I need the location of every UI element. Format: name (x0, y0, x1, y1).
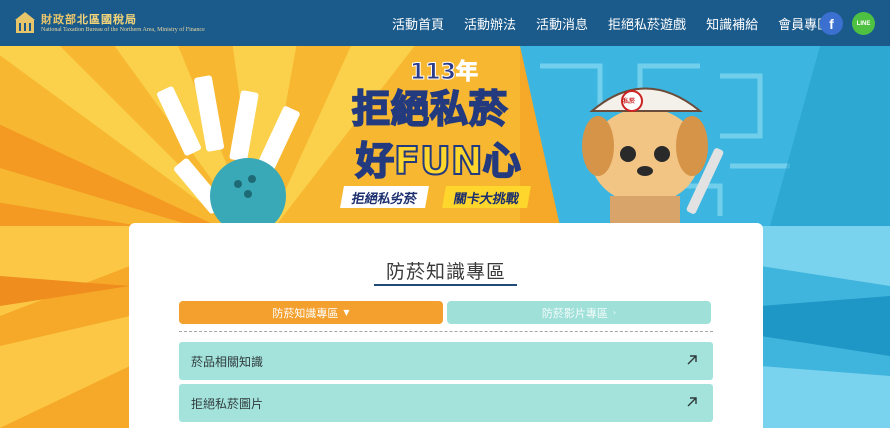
banner-title-line1: 拒絕私菸 (351, 86, 509, 132)
chevron-right-icon: › (612, 308, 617, 317)
bureau-logo[interactable]: 財政部北區國稅局 National Taxation Bureau of the… (14, 11, 205, 35)
facebook-icon[interactable]: f (820, 12, 843, 35)
divider (179, 331, 713, 332)
list-item-anti-smuggling-images[interactable]: 拒絕私菸圖片 (179, 384, 713, 422)
nav-home[interactable]: 活動首頁 (392, 14, 444, 33)
page-title: 防菸知識專區 (385, 261, 506, 283)
logo-title: 財政部北區國稅局 (41, 12, 137, 26)
nav-knowledge[interactable]: 知識補給 (706, 14, 758, 33)
nav-news[interactable]: 活動消息 (536, 14, 588, 33)
caret-down-icon: ▼ (343, 308, 350, 317)
hero-banner: 113年 拒絕私菸 好FUN心 拒絕私劣菸 關卡大挑戰 私菸 (0, 46, 890, 226)
site-header: 財政部北區國稅局 National Taxation Bureau of the… (0, 0, 890, 46)
mascot-badge: 私菸 (623, 98, 636, 105)
title-underline (374, 284, 517, 286)
main-nav: 活動首頁 活動辦法 活動消息 拒絕私菸遊戲 知識補給 會員專區 (392, 0, 850, 46)
list-item-tobacco-knowledge[interactable]: 菸品相關知識 (179, 342, 713, 380)
banner-title-line2: 好FUN心 (355, 138, 522, 184)
nav-game[interactable]: 拒絕私菸遊戲 (608, 14, 686, 33)
line-icon[interactable]: LINE (852, 12, 875, 35)
external-arrow-icon (687, 355, 697, 365)
content-card: 防菸知識專區 防菸知識專區 ▼ 防菸影片專區 › 菸品相關知識 拒絕私菸圖片 (129, 223, 763, 428)
tab-videos[interactable]: 防菸影片專區 › (447, 301, 711, 324)
tab-knowledge[interactable]: 防菸知識專區 ▼ (179, 301, 443, 324)
nav-rules[interactable]: 活動辦法 (464, 14, 516, 33)
banner-tag-1: 拒絕私劣菸 (340, 186, 429, 208)
list-item-label: 菸品相關知識 (191, 354, 264, 369)
external-arrow-icon (687, 397, 697, 407)
banner-tag-2: 關卡大挑戰 (442, 186, 531, 208)
emblem-icon (15, 12, 35, 33)
logo-subtitle: National Taxation Bureau of the Northern… (41, 26, 205, 33)
tab-knowledge-label: 防菸知識專區 (272, 306, 339, 320)
list-item-label: 拒絕私菸圖片 (191, 396, 264, 411)
tab-videos-label: 防菸影片專區 (541, 306, 608, 320)
